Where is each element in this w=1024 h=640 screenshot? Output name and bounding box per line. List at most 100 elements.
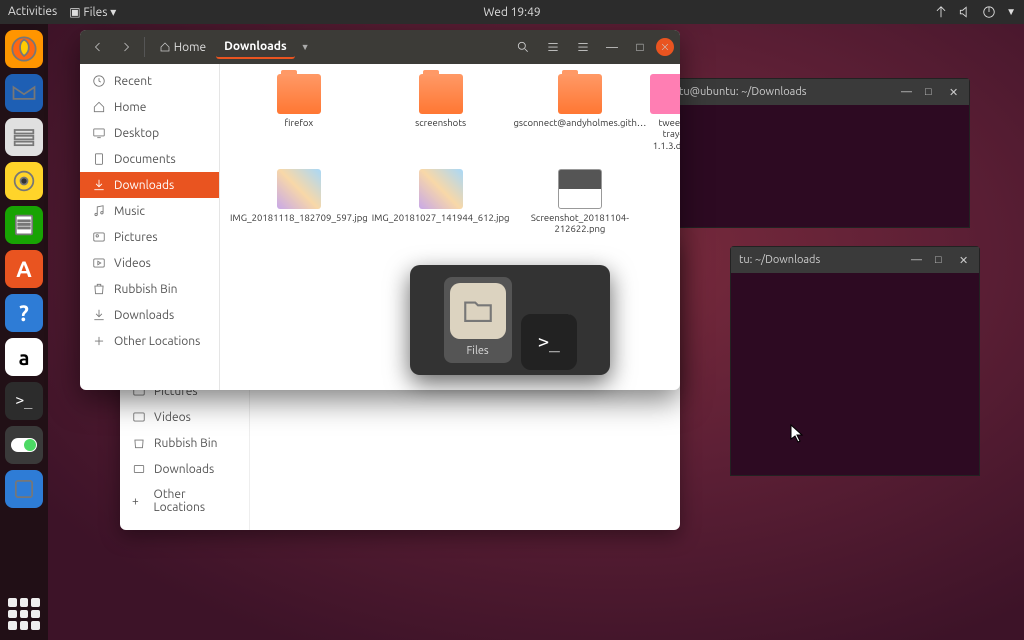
trash-icon [92, 282, 106, 296]
dock-amazon[interactable]: a [5, 338, 43, 376]
sidebar-item-home[interactable]: Home [80, 94, 219, 120]
folder-icon [558, 74, 602, 114]
plus-icon [92, 334, 106, 348]
file-label: IMG_20181118_182709_597.jpg [230, 212, 368, 223]
terminal-titlebar[interactable]: tu: ~/Downloads — □ ✕ [731, 247, 979, 273]
power-icon[interactable] [982, 5, 996, 19]
switcher-label: Files [467, 345, 489, 357]
sidebar-item-downloads[interactable]: Downloads [120, 456, 249, 482]
dock-thunderbird[interactable] [5, 74, 43, 112]
sidebar-item-documents[interactable]: Documents [80, 146, 219, 172]
sidebar-item-other-locations[interactable]: Other Locations [80, 328, 219, 354]
dock-files[interactable] [5, 118, 43, 156]
sidebar-item-desktop[interactable]: Desktop [80, 120, 219, 146]
breadcrumb-home[interactable]: Home [151, 37, 214, 58]
sidebar-item-music[interactable]: Music [80, 198, 219, 224]
file-label: Screenshot_20181104-212622.png [513, 212, 646, 235]
sidebar-item-videos[interactable]: Videos [120, 404, 249, 430]
terminal-titlebar[interactable]: tu@ubuntu: ~/Downloads — □ ✕ [671, 79, 969, 105]
minimize-button[interactable]: — [901, 86, 913, 98]
pink-icon [650, 74, 680, 114]
forward-button[interactable] [114, 35, 138, 59]
maximize-button[interactable]: □ [628, 35, 652, 59]
file-label: gsconnect@andyholmes.gith… [513, 117, 646, 128]
breadcrumb-current[interactable]: Downloads [216, 36, 295, 59]
close-button[interactable]: ✕ [949, 86, 961, 98]
network-icon[interactable] [934, 5, 948, 19]
image-icon [277, 169, 321, 209]
pictures-icon [92, 230, 106, 244]
clock[interactable]: Wed 19:49 [483, 6, 540, 19]
maximize-button[interactable]: □ [925, 86, 937, 98]
dock-help[interactable]: ? [5, 294, 43, 332]
terminal-title: tu@ubuntu: ~/Downloads [679, 86, 807, 98]
download-icon [92, 308, 106, 322]
music-icon [92, 204, 106, 218]
dock-terminal[interactable]: >_ [5, 382, 43, 420]
dock-screenshot[interactable] [5, 470, 43, 508]
app-menu-label: Files ▾ [83, 6, 116, 19]
terminal-window-1[interactable]: tu@ubuntu: ~/Downloads — □ ✕ [670, 78, 970, 228]
folder-icon [277, 74, 321, 114]
sidebar-item-pictures[interactable]: Pictures [80, 224, 219, 250]
home-icon [92, 100, 106, 114]
back-button[interactable] [86, 35, 110, 59]
sidebar: RecentHomeDesktopDocumentsDownloadsMusic… [80, 64, 220, 390]
file-item[interactable]: tweet-tray-1.1.3.deb [650, 74, 680, 163]
desktop-icon [92, 126, 106, 140]
minimize-button[interactable]: — [600, 35, 624, 59]
shot-icon [558, 169, 602, 209]
file-item[interactable]: firefox [230, 74, 368, 163]
sidebar-item-downloads[interactable]: Downloads [80, 172, 219, 198]
close-button[interactable]: ✕ [959, 254, 971, 266]
view-list-button[interactable] [540, 35, 566, 59]
terminal-icon: >_ [521, 314, 577, 370]
dock-toggle[interactable] [5, 426, 43, 464]
file-label: firefox [285, 117, 314, 128]
dock-firefox[interactable] [5, 30, 43, 68]
maximize-button[interactable]: □ [935, 254, 947, 266]
chevron-down-icon[interactable]: ▼ [301, 42, 310, 52]
documents-icon [92, 152, 106, 166]
view-menu-button[interactable] [570, 35, 596, 59]
file-item[interactable]: gsconnect@andyholmes.gith… [513, 74, 646, 163]
switcher-item-terminal[interactable]: >_ Terminal [522, 308, 577, 332]
file-label: tweet-tray-1.1.3.deb [650, 117, 680, 151]
show-applications[interactable] [8, 598, 40, 630]
sidebar-item-rubbish-bin[interactable]: Rubbish Bin [80, 276, 219, 302]
terminal-window-2[interactable]: tu: ~/Downloads — □ ✕ [730, 246, 980, 476]
chevron-down-icon[interactable]: ▼ [1006, 6, 1016, 18]
dock: A ? a >_ [0, 24, 48, 640]
breadcrumb: Home Downloads ▼ [151, 36, 310, 59]
sidebar-item-trash[interactable]: Rubbish Bin [120, 430, 249, 456]
videos-icon [92, 256, 106, 270]
dock-software[interactable]: A [5, 250, 43, 288]
sidebar-item-downloads[interactable]: Downloads [80, 302, 219, 328]
dock-libreoffice[interactable] [5, 206, 43, 244]
file-item[interactable]: IMG_20181027_141944_612.jpg [372, 169, 510, 235]
terminal-title: tu: ~/Downloads [739, 254, 820, 266]
search-button[interactable] [510, 35, 536, 59]
file-label: IMG_20181027_141944_612.jpg [372, 212, 510, 223]
window-switcher: Files >_ Terminal [410, 265, 610, 375]
minimize-button[interactable]: — [911, 254, 923, 266]
switcher-item-files[interactable]: Files [444, 277, 512, 363]
file-label: screenshots [415, 117, 466, 128]
sidebar-item-other-locations[interactable]: +Other Locations [120, 482, 249, 520]
clock-icon [92, 74, 106, 88]
app-menu[interactable]: ▣ Files ▾ [69, 5, 116, 19]
file-item[interactable]: screenshots [372, 74, 510, 163]
download-icon [92, 178, 106, 192]
files-icon [450, 283, 506, 339]
file-item[interactable]: Screenshot_20181104-212622.png [513, 169, 646, 235]
activities-button[interactable]: Activities [8, 5, 57, 19]
top-bar: Activities ▣ Files ▾ Wed 19:49 ▼ [0, 0, 1024, 24]
sidebar-item-videos[interactable]: Videos [80, 250, 219, 276]
headerbar: Home Downloads ▼ — □ [80, 30, 680, 64]
volume-icon[interactable] [958, 5, 972, 19]
image-icon [419, 169, 463, 209]
sidebar-item-recent[interactable]: Recent [80, 68, 219, 94]
close-button[interactable] [656, 38, 674, 56]
file-item[interactable]: IMG_20181118_182709_597.jpg [230, 169, 368, 235]
dock-rhythmbox[interactable] [5, 162, 43, 200]
